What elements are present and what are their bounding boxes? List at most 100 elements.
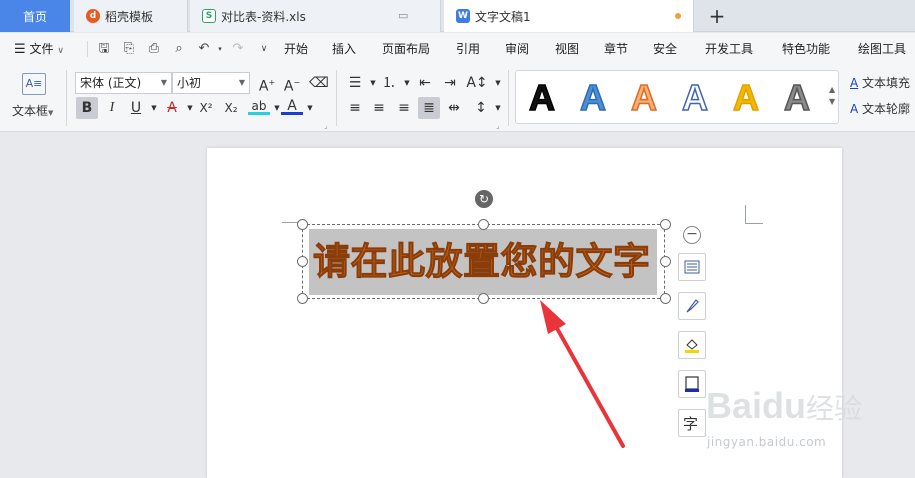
tab-home-label: 首页: [22, 9, 47, 24]
caret-down-icon: ▼: [238, 78, 245, 87]
redo-icon[interactable]: ↷: [230, 41, 246, 57]
wordart-style-6[interactable]: A: [779, 78, 815, 118]
text-outline-label: 文本轮廓: [862, 102, 911, 116]
svg-text:Baidu: Baidu: [706, 385, 806, 426]
spreadsheet-icon: S: [202, 9, 216, 23]
resize-handle[interactable]: [660, 293, 671, 304]
distribute-icon[interactable]: ⇹: [443, 97, 465, 119]
ribbon: A≡ 文本框▼ 宋体 (正文) ▼ 小初 ▼ A+ A− ⌫ B I U ▼ A…: [0, 65, 915, 132]
save-icon[interactable]: 🖫: [96, 41, 112, 57]
resize-handle[interactable]: [297, 219, 308, 230]
menu-drawing-tools[interactable]: 绘图工具: [858, 33, 906, 65]
resize-handle[interactable]: [660, 256, 671, 267]
paragraph-dialog-launcher-icon[interactable]: ⌟: [496, 121, 500, 130]
gallery-expand-icon[interactable]: ▼: [829, 97, 835, 106]
wordart-style-4[interactable]: A: [677, 78, 713, 118]
customize-icon[interactable]: ∨: [256, 41, 272, 57]
undo-icon[interactable]: ↶: [196, 41, 212, 57]
align-left-icon[interactable]: ≡: [344, 97, 366, 119]
wordart-text[interactable]: 请在此放置您的文字: [313, 237, 651, 285]
text-outline-icon: A: [850, 102, 859, 116]
screen-icon[interactable]: ▭: [398, 9, 408, 22]
file-menu[interactable]: ☰ 文件 ∨: [14, 33, 64, 65]
caret-down-icon: ▼: [160, 78, 167, 87]
text-outline-button[interactable]: A 文本轮廓: [850, 100, 910, 117]
annotation-arrow-icon: [540, 300, 625, 448]
justify-icon[interactable]: ≣: [418, 97, 440, 119]
text-effects-button[interactable]: 字: [678, 409, 706, 437]
menu-bar: ☰ 文件 ∨ 🖫 ⎘ ⎙ ⌕ ↶ ▾ ↷ ∨ 开始 插入 页面布局 引用 审阅 …: [0, 33, 915, 65]
text-fill-icon: A: [850, 76, 859, 90]
grow-font-icon[interactable]: A+: [256, 72, 278, 95]
rotate-handle-icon[interactable]: ↻: [475, 190, 493, 208]
menu-features[interactable]: 特色功能: [782, 33, 830, 65]
menu-view[interactable]: 视图: [555, 33, 579, 65]
shrink-font-icon[interactable]: A−: [281, 72, 303, 95]
new-tab-button[interactable]: +: [706, 2, 728, 30]
menu-page-layout[interactable]: 页面布局: [382, 33, 430, 65]
decrease-indent-icon[interactable]: ⇤: [414, 72, 436, 94]
shape-outline-button[interactable]: [678, 370, 706, 398]
increase-indent-icon[interactable]: ⇥: [439, 72, 461, 94]
brush-icon: [686, 299, 699, 313]
tab-daoke-template[interactable]: d 稻壳模板: [74, 0, 188, 32]
tab-doc-label: 文字文稿1: [475, 9, 531, 24]
wordart-style-2[interactable]: A: [575, 78, 611, 118]
wordart-style-5[interactable]: A: [728, 78, 764, 118]
writer-icon: W: [456, 9, 470, 23]
resize-handle[interactable]: [297, 293, 308, 304]
menu-security[interactable]: 安全: [653, 33, 677, 65]
format-painter-button[interactable]: [678, 292, 706, 320]
export-icon[interactable]: ⎘: [121, 41, 137, 57]
text-direction-dropdown-icon[interactable]: ▼: [487, 72, 509, 94]
menu-sections[interactable]: 章节: [604, 33, 628, 65]
frame-icon: [685, 376, 699, 392]
print-icon[interactable]: ⎙: [146, 41, 162, 57]
text-fill-button[interactable]: A 文本填充: [850, 74, 910, 91]
divider: [66, 70, 67, 126]
text-direction-icon[interactable]: A↕: [466, 72, 488, 94]
resize-handle[interactable]: [478, 219, 489, 230]
undo-dropdown-icon[interactable]: ▾: [212, 41, 228, 57]
tab-doc-active[interactable]: W 文字文稿1: [444, 0, 694, 32]
bold-button[interactable]: B: [76, 97, 98, 119]
font-color-dropdown-icon[interactable]: ▼: [299, 97, 321, 119]
resize-handle[interactable]: [478, 293, 489, 304]
resize-handle[interactable]: [297, 256, 308, 267]
menu-developer[interactable]: 开发工具: [705, 33, 753, 65]
wordart-style-3[interactable]: A: [626, 78, 662, 118]
font-dialog-launcher-icon[interactable]: ⌟: [324, 121, 328, 130]
line-spacing-dropdown-icon[interactable]: ▼: [487, 97, 509, 119]
collapse-toolbar-icon[interactable]: −: [683, 226, 701, 244]
svg-text:经验: 经验: [806, 392, 862, 425]
italic-button[interactable]: I: [101, 97, 123, 119]
subscript-button[interactable]: X₂: [220, 97, 242, 119]
resize-handle[interactable]: [660, 219, 671, 230]
shape-fill-button[interactable]: [678, 331, 706, 359]
text-icon: 字: [683, 415, 699, 433]
textbox-icon[interactable]: A≡: [22, 73, 46, 95]
align-right-icon[interactable]: ≡: [393, 97, 415, 119]
menu-references[interactable]: 引用: [456, 33, 480, 65]
textbox-button[interactable]: 文本框▼: [12, 102, 53, 119]
menu-review[interactable]: 审阅: [505, 33, 529, 65]
tab-daoke-label: 稻壳模板: [105, 9, 154, 24]
font-name-select[interactable]: 宋体 (正文) ▼: [75, 72, 172, 94]
menu-start[interactable]: 开始: [284, 33, 308, 65]
watermark-url: jingyan.baidu.com: [707, 435, 827, 449]
font-name-value: 宋体 (正文): [80, 76, 142, 90]
wordart-style-1[interactable]: A: [524, 78, 560, 118]
gallery-scroll-up-icon[interactable]: ▲: [829, 85, 835, 94]
chevron-down-icon: ∨: [57, 46, 64, 56]
divider: [508, 70, 509, 126]
font-size-select[interactable]: 小初 ▼: [172, 72, 250, 94]
superscript-button[interactable]: X²: [195, 97, 217, 119]
tab-home[interactable]: 首页: [0, 0, 70, 32]
align-center-icon[interactable]: ≡: [368, 97, 390, 119]
eraser-icon[interactable]: ⌫: [308, 72, 330, 94]
print-preview-icon[interactable]: ⌕: [171, 41, 187, 57]
layout-options-button[interactable]: [678, 253, 706, 281]
menu-insert[interactable]: 插入: [332, 33, 356, 65]
tab-xls[interactable]: S 对比表-资料.xls ▭: [190, 0, 441, 32]
unsaved-dot-icon: [675, 13, 681, 19]
